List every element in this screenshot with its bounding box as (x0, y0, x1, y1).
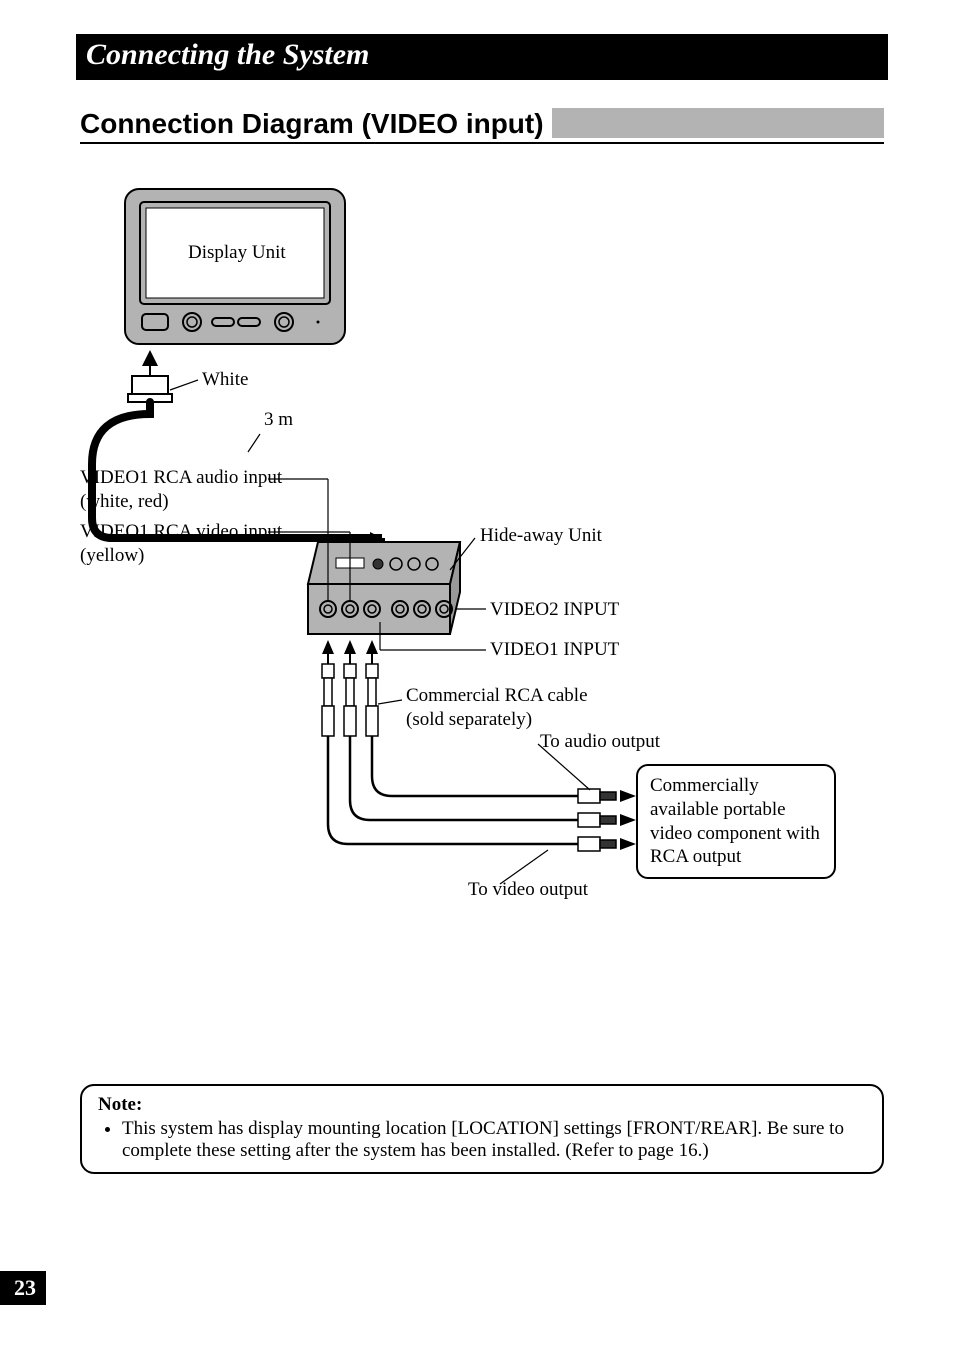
label-video2-input: VIDEO2 INPUT (490, 598, 619, 622)
label-video1-rca-audio: VIDEO1 RCA audio input (white, red) (80, 466, 282, 514)
connection-diagram: Display Unit White 3 m VIDEO1 RCA audio … (80, 184, 884, 964)
section-heading-row: Connection Diagram (VIDEO input) (80, 108, 884, 140)
label-cable-length: 3 m (264, 408, 293, 432)
note-body: This system has display mounting locatio… (122, 1118, 866, 1162)
label-to-video: To video output (468, 878, 588, 902)
note-box: Note: This system has display mounting l… (80, 1084, 884, 1174)
page-number: 23 (0, 1271, 46, 1305)
note-heading: Note: (98, 1094, 142, 1115)
section-underline (80, 142, 884, 144)
chapter-title: Connecting the System (76, 34, 888, 80)
section-title: Connection Diagram (VIDEO input) (80, 108, 552, 140)
label-white: White (202, 368, 248, 392)
label-portable-component: Commercially available portable video co… (636, 764, 836, 879)
label-video1-rca-video: VIDEO1 RCA video input (yellow) (80, 520, 282, 568)
section-fill (552, 108, 884, 138)
label-commercial-rca: Commercial RCA cable (sold separately) (406, 684, 588, 732)
label-hide-away: Hide-away Unit (480, 524, 602, 548)
label-display-unit: Display Unit (182, 240, 292, 266)
label-video1-input: VIDEO1 INPUT (490, 638, 619, 662)
label-to-audio: To audio output (540, 730, 660, 754)
